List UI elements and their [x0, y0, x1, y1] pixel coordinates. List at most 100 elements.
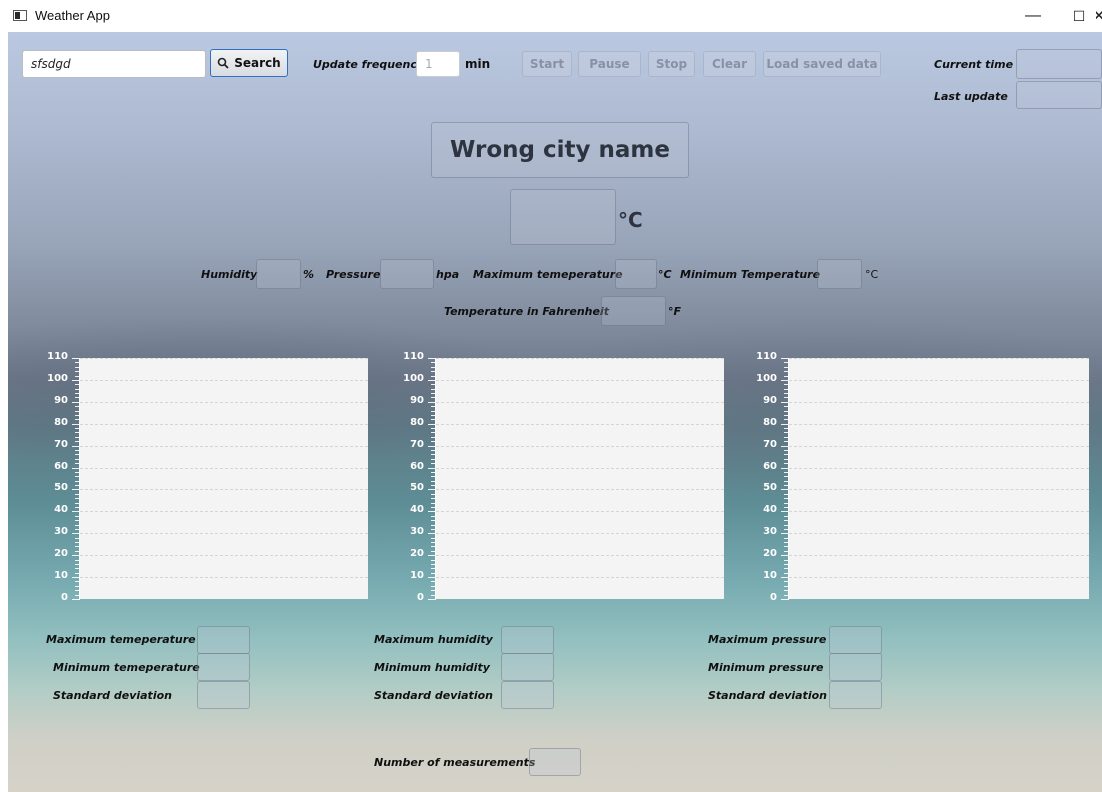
clear-button[interactable]: Clear [703, 51, 756, 77]
minimize-button[interactable]: — [1010, 0, 1056, 32]
chart-minor-tick [784, 436, 789, 438]
chart-minor-tick [431, 436, 436, 438]
chart-minor-tick [75, 471, 80, 473]
chart-y-tick-label: 50 [410, 482, 424, 494]
chart-y-tick-label: 10 [410, 570, 424, 582]
chart-y-tick-label: 60 [763, 460, 777, 472]
chart-minor-tick [431, 471, 436, 473]
pressure-std-field [829, 681, 882, 709]
temperature-field [510, 189, 616, 245]
chart-y-tick-label: 110 [403, 351, 424, 362]
chart-gridline [436, 423, 724, 425]
chart-minor-tick [75, 502, 80, 504]
minutes-unit-label: min [465, 57, 491, 71]
city-search-input[interactable]: sfsdgd [22, 50, 206, 78]
max-temperature-field [615, 259, 657, 289]
chart-gridline [789, 555, 1089, 557]
max-temperature-unit: °C [658, 268, 672, 281]
chart-y-tick-label: 100 [403, 372, 424, 384]
chart-gridline [80, 533, 368, 535]
chart-gridline [789, 511, 1089, 513]
fahrenheit-label: Temperature in Fahrenheit [444, 305, 609, 318]
window-titlebar: Weather App — ☐ ✕ [0, 0, 1102, 32]
chart-minor-tick [431, 506, 436, 508]
chart-plot-area [436, 358, 724, 599]
min-temperature-unit: °C [865, 268, 879, 281]
chart-minor-tick [784, 572, 789, 574]
humidity-field [256, 259, 301, 289]
chart-minor-tick [75, 362, 80, 364]
chart-minor-tick [75, 568, 80, 570]
chart-minor-tick [431, 515, 436, 517]
start-button[interactable]: Start [522, 51, 572, 77]
load-saved-data-button[interactable]: Load saved data [763, 51, 881, 77]
chart-minor-tick [72, 401, 80, 403]
chart-minor-tick [75, 375, 80, 377]
chart-minor-tick [428, 401, 436, 403]
chart-minor-tick [431, 537, 436, 539]
chart-minor-tick [784, 559, 789, 561]
chart-minor-tick [428, 489, 436, 491]
chart-y-tick-label: 60 [410, 460, 424, 472]
chart-minor-tick [781, 533, 789, 535]
chart-minor-tick [72, 423, 80, 425]
chart-plot-area [80, 358, 368, 599]
chart-minor-tick [428, 358, 436, 359]
chart-minor-tick [72, 511, 80, 513]
chart-y-tick-label: 90 [410, 394, 424, 406]
chart-minor-tick [431, 458, 436, 460]
chart-minor-tick [784, 520, 789, 522]
chart-minor-tick [75, 432, 80, 434]
magnifier-icon [217, 57, 229, 69]
chart-minor-tick [428, 555, 436, 557]
chart-minor-tick [784, 463, 789, 465]
chart-gridline [789, 358, 1089, 359]
chart-minor-tick [75, 454, 80, 456]
chart-minor-tick [781, 511, 789, 513]
chart-minor-tick [784, 546, 789, 548]
chart-minor-tick [781, 401, 789, 403]
chart-minor-tick [428, 599, 436, 600]
pause-button[interactable]: Pause [578, 51, 641, 77]
chart-minor-tick [784, 471, 789, 473]
humidity-unit-label: % [303, 268, 315, 281]
chart-minor-tick [784, 366, 789, 368]
chart-gridline [436, 511, 724, 513]
chart-minor-tick [75, 397, 80, 399]
chart-minor-tick [75, 559, 80, 561]
chart-y-tick-label: 100 [47, 372, 68, 384]
chart-gridline [789, 489, 1089, 491]
humidity-label: Humidity [201, 268, 258, 281]
close-button[interactable]: ✕ [1096, 0, 1102, 32]
chart-minor-tick [75, 537, 80, 539]
chart-minor-tick [428, 379, 436, 381]
chart-minor-tick [75, 506, 80, 508]
chart-minor-tick [75, 410, 80, 412]
chart-minor-tick [431, 388, 436, 390]
chart-minor-tick [781, 358, 789, 359]
search-button[interactable]: Search [210, 49, 288, 77]
chart-y-tick-label: 40 [410, 504, 424, 516]
stop-button[interactable]: Stop [648, 51, 695, 77]
chart-gridline [789, 467, 1089, 469]
chart-minor-tick [784, 506, 789, 508]
chart-minor-tick [75, 371, 80, 373]
min-temperature-field [817, 259, 862, 289]
chart-minor-tick [72, 489, 80, 491]
chart-y-tick-label: 80 [763, 416, 777, 428]
chart-y-tick-label: 20 [54, 548, 68, 560]
update-frequency-input[interactable]: 1 [416, 51, 460, 77]
app-window-icon [13, 10, 27, 21]
chart-minor-tick [431, 568, 436, 570]
current-time-field [1016, 49, 1102, 79]
chart-minor-tick [781, 489, 789, 491]
chart-y-tick-label: 50 [763, 482, 777, 494]
chart-gridline [789, 401, 1089, 403]
chart-y-tick-label: 30 [54, 526, 68, 538]
chart-minor-tick [431, 563, 436, 565]
chart-minor-tick [784, 493, 789, 495]
chart-minor-tick [784, 537, 789, 539]
chart-minor-tick [784, 485, 789, 487]
chart-minor-tick [784, 458, 789, 460]
chart-minor-tick [781, 467, 789, 469]
